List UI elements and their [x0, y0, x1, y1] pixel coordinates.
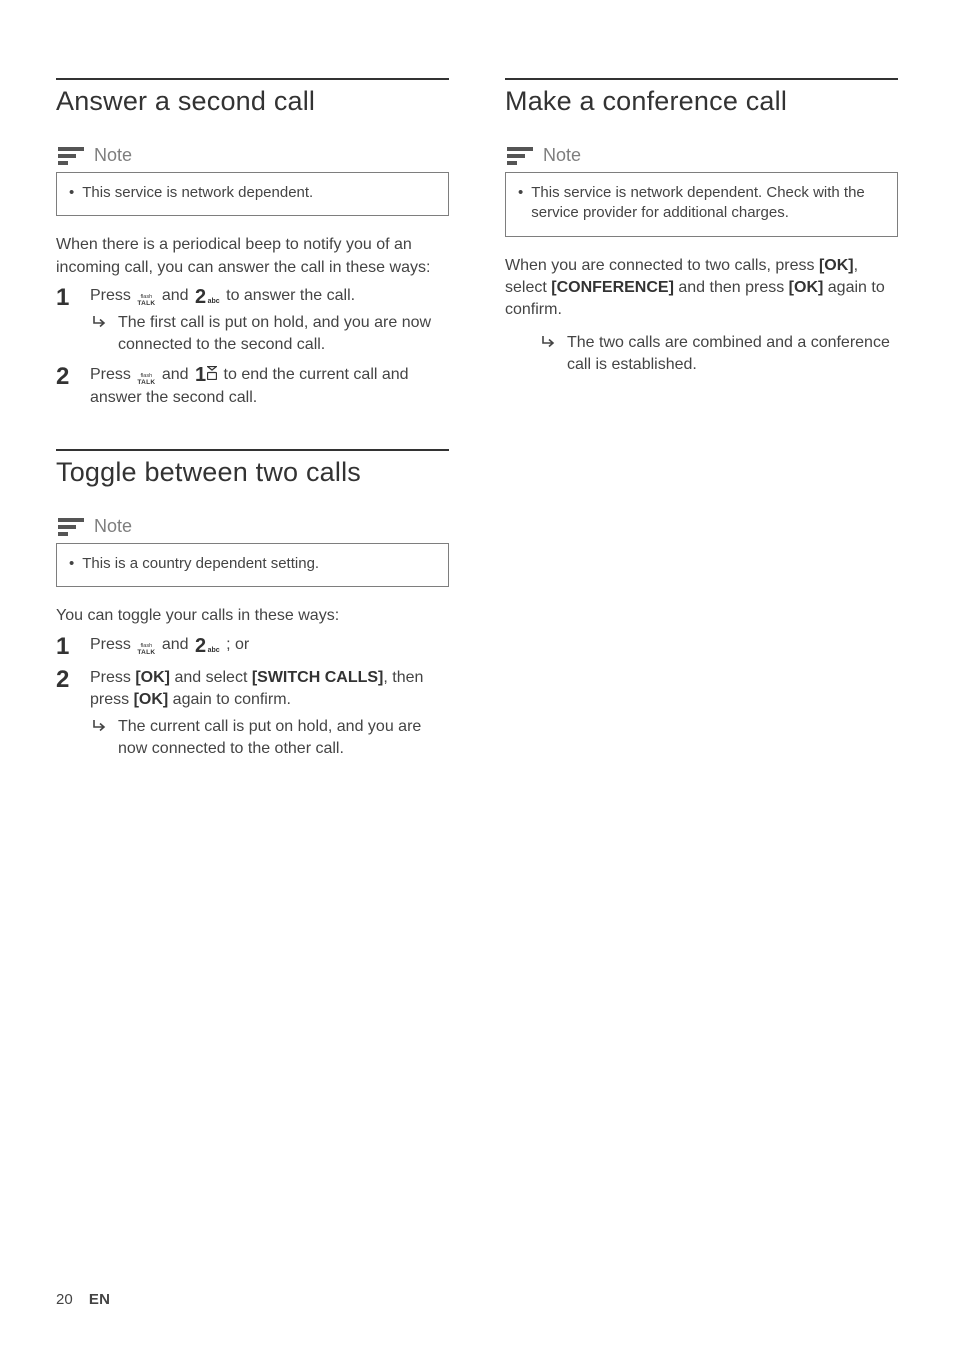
note-header: Note	[56, 139, 449, 172]
step-number: 1	[56, 634, 74, 659]
steps-list: 1 Press flashTALK and 2abc ; or 2 Press …	[56, 634, 449, 761]
step2-text-d: again to confirm.	[168, 691, 291, 708]
step-body: Press flashTALK and 2abc to answer the c…	[90, 285, 449, 356]
para-text-a: When you are connected to two calls, pre…	[505, 257, 819, 274]
step-number: 2	[56, 667, 74, 761]
steps-list: 1 Press flashTALK and 2abc to answer the…	[56, 285, 449, 409]
step-body: Press flashTALK and 2abc ; or	[90, 634, 449, 659]
step1-text-c: ; or	[222, 636, 250, 653]
section-answer-second-call: Answer a second call Note	[56, 78, 449, 409]
note-box: • This is a country dependent setting.	[56, 543, 449, 587]
heading-conference-call: Make a conference call	[505, 86, 898, 117]
note-text: This service is network dependent. Check…	[531, 183, 885, 224]
talk-key-icon: flashTALK	[137, 295, 155, 308]
section-divider	[56, 78, 449, 80]
step1-result: The first call is put on hold, and you a…	[90, 312, 449, 357]
note-icon	[507, 144, 533, 166]
page: Answer a second call Note	[0, 0, 954, 1350]
result-arrow-icon	[92, 716, 108, 761]
note-label: Note	[543, 145, 581, 166]
section-divider	[505, 78, 898, 80]
right-column: Make a conference call Note	[505, 78, 898, 801]
key-2abc-icon: 2abc	[195, 636, 220, 656]
step-2: 2 Press [OK] and select [SWITCH CALLS], …	[56, 667, 449, 761]
note-text: This is a country dependent setting.	[82, 554, 319, 574]
step-2: 2 Press flashTALK and 1 to end the curre…	[56, 364, 449, 409]
left-column: Answer a second call Note	[56, 78, 449, 801]
step2-result: The current call is put on hold, and you…	[90, 716, 449, 761]
switch-calls-label: [SWITCH CALLS]	[252, 669, 384, 686]
conference-label: [CONFERENCE]	[551, 279, 674, 296]
ok-label: [OK]	[134, 691, 169, 708]
note-bullet: • This service is network dependent. Che…	[518, 183, 885, 224]
heading-toggle-calls: Toggle between two calls	[56, 457, 449, 488]
page-lang: EN	[89, 1291, 110, 1308]
note-box: • This service is network dependent.	[56, 172, 449, 216]
step-body: Press flashTALK and 1 to end the current…	[90, 364, 449, 409]
key-2abc-icon: 2abc	[195, 287, 220, 307]
step-1: 1 Press flashTALK and 2abc ; or	[56, 634, 449, 659]
key-1-mail-icon: 1	[195, 365, 217, 385]
intro-paragraph: You can toggle your calls in these ways:	[56, 605, 449, 627]
step1-text-b: and	[157, 287, 193, 304]
talk-key-icon: flashTALK	[137, 644, 155, 657]
para-text-c: and then press	[674, 279, 789, 296]
note-block: Note • This service is network dependent…	[505, 139, 898, 237]
note-block: Note • This is a country dependent setti…	[56, 510, 449, 587]
step-number: 2	[56, 364, 74, 409]
note-icon	[58, 515, 84, 537]
step1-text-a: Press	[90, 636, 135, 653]
ok-label: [OK]	[789, 279, 824, 296]
section-divider	[56, 449, 449, 451]
step1-text-b: and	[157, 636, 193, 653]
conference-result-text: The two calls are combined and a confere…	[567, 332, 898, 377]
bullet-dot: •	[518, 183, 523, 224]
step1-text-c: to answer the call.	[222, 287, 355, 304]
note-header: Note	[505, 139, 898, 172]
step2-text-a: Press	[90, 669, 135, 686]
note-box: • This service is network dependent. Che…	[505, 172, 898, 237]
step1-text-a: Press	[90, 287, 135, 304]
result-body: The two calls are combined and a confere…	[539, 328, 898, 377]
bullet-dot: •	[69, 183, 74, 203]
result-arrow-icon	[541, 332, 557, 377]
step2-text-b: and select	[170, 669, 252, 686]
result-arrow-icon	[92, 312, 108, 357]
step-1: 1 Press flashTALK and 2abc to answer the…	[56, 285, 449, 356]
conference-paragraph: When you are connected to two calls, pre…	[505, 255, 898, 322]
note-icon	[58, 144, 84, 166]
step-body: Press [OK] and select [SWITCH CALLS], th…	[90, 667, 449, 761]
note-header: Note	[56, 510, 449, 543]
step2-text-b: and	[157, 366, 193, 383]
note-text: This service is network dependent.	[82, 183, 313, 203]
talk-key-icon: flashTALK	[137, 374, 155, 387]
note-block: Note • This service is network dependent…	[56, 139, 449, 216]
step2-text-a: Press	[90, 366, 135, 383]
bullet-dot: •	[69, 554, 74, 574]
note-label: Note	[94, 145, 132, 166]
note-bullet: • This service is network dependent.	[69, 183, 436, 203]
step2-text-c: to end the current call and answer the s…	[90, 366, 409, 406]
page-footer: 20 EN	[56, 1291, 110, 1308]
step2-result-text: The current call is put on hold, and you…	[118, 716, 449, 761]
note-bullet: • This is a country dependent setting.	[69, 554, 436, 574]
two-column-layout: Answer a second call Note	[56, 78, 898, 801]
ok-label: [OK]	[819, 257, 854, 274]
intro-paragraph: When there is a periodical beep to notif…	[56, 234, 449, 279]
ok-label: [OK]	[135, 669, 170, 686]
section-conference-call: Make a conference call Note	[505, 78, 898, 376]
result-row: The two calls are combined and a confere…	[539, 332, 898, 377]
note-label: Note	[94, 516, 132, 537]
step-number: 1	[56, 285, 74, 356]
heading-answer-second-call: Answer a second call	[56, 86, 449, 117]
section-toggle-calls: Toggle between two calls Note	[56, 449, 449, 760]
conference-result: The two calls are combined and a confere…	[539, 328, 898, 377]
step1-result-text: The first call is put on hold, and you a…	[118, 312, 449, 357]
page-number: 20	[56, 1291, 73, 1308]
